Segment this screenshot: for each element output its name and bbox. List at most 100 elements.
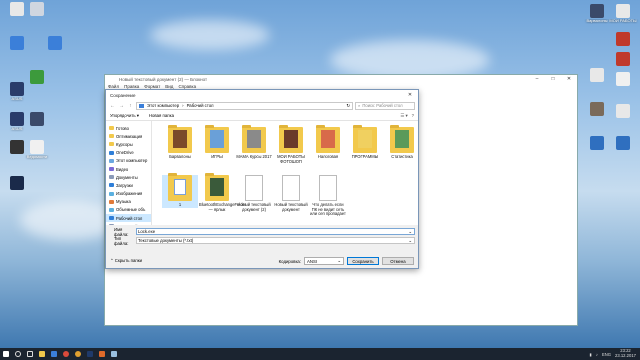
nav-item[interactable]: Этот компьютер	[106, 157, 151, 165]
desktop-icon[interactable]	[0, 176, 34, 191]
close-button[interactable]: ✕	[561, 75, 577, 84]
file-item[interactable]: Новый текстовый документ	[273, 175, 309, 212]
file-name: ПРОГРАММЫ	[351, 154, 379, 159]
desktop-icon[interactable]	[0, 36, 34, 51]
folder-preview	[210, 130, 224, 148]
search-input[interactable]: ⌕ Поиск: Рабочий стол	[355, 101, 415, 110]
language-indicator[interactable]: ENG	[602, 352, 611, 357]
forward-button[interactable]: →	[118, 103, 125, 109]
nav-item[interactable]: Изображения	[106, 190, 151, 198]
nav-item[interactable]: Локальный дис	[106, 222, 151, 225]
app-icon	[10, 176, 24, 190]
notepad-icon	[111, 351, 117, 357]
file-name: Что делать если ПК не видит сеть или сеп…	[310, 202, 346, 217]
notepad-title: Новый текстовый документ (2) — Блокнот	[119, 77, 208, 82]
taskbar-app-chrome[interactable]	[60, 348, 72, 360]
nav-item[interactable]: Готово	[106, 124, 151, 132]
address-bar[interactable]: Этот компьютер › Рабочий стол ↻	[136, 101, 353, 110]
desktop-icon[interactable]	[606, 136, 640, 151]
navigation-pane[interactable]: Готово Оптимизация Курсоры OneDrive Этот ком…	[106, 121, 152, 225]
cancel-button[interactable]: Отмена	[382, 257, 414, 265]
nav-item[interactable]: Курсоры	[106, 140, 151, 148]
filetype-label: Тип файла:	[114, 235, 129, 246]
nav-item[interactable]: Оптимизация	[106, 132, 151, 140]
file-item[interactable]: ИГРЫ	[199, 125, 235, 160]
up-button[interactable]: ↑	[127, 103, 134, 109]
taskbar-app-explorer[interactable]	[36, 348, 48, 360]
folder-icon	[109, 142, 114, 147]
back-button[interactable]: ←	[109, 103, 116, 109]
breadcrumb-desktop[interactable]: Рабочий стол	[187, 103, 214, 108]
desktop-icon[interactable]: МОИ РАБОТЫ	[606, 4, 640, 24]
nav-item[interactable]: Видео	[106, 165, 151, 173]
file-item[interactable]: МОИ РАБОТЫ ФОТОШОП	[273, 125, 309, 164]
nav-item[interactable]: Музыка	[106, 198, 151, 206]
folder-icon	[390, 125, 414, 153]
media-icon	[99, 351, 105, 357]
file-item[interactable]: Новый текстовый документ (2)	[236, 175, 272, 212]
app-icon	[590, 136, 604, 150]
desktop-icon[interactable]	[20, 2, 54, 17]
filename-input[interactable]: Lock.exe ⌄	[136, 228, 415, 235]
file-item[interactable]: BluetoothExchangeFolder — ярлык	[199, 173, 246, 212]
taskbar-app-notepad[interactable]	[108, 348, 120, 360]
file-name: МОИ РАБОТЫ ФОТОШОП	[277, 154, 305, 164]
desktop-icon[interactable]	[38, 36, 72, 51]
help-button[interactable]: ?	[412, 113, 414, 119]
chevron-down-icon[interactable]: ⌄	[408, 238, 414, 244]
hide-folders-button[interactable]: ⌃ Скрыть папки	[110, 258, 142, 264]
task-view-button[interactable]	[24, 348, 36, 360]
volume-icon[interactable]: ♪	[596, 352, 598, 357]
desktop-icon[interactable]	[20, 70, 54, 85]
save-button[interactable]: Сохранить	[347, 257, 379, 265]
search-button[interactable]	[12, 348, 24, 360]
file-name: Статистика	[391, 154, 413, 159]
encoding-select[interactable]: ANSI ⌄	[304, 257, 344, 265]
file-item[interactable]: 1	[162, 173, 198, 208]
new-folder-button[interactable]: Новая папка	[149, 113, 174, 118]
maximize-button[interactable]: □	[545, 75, 561, 84]
taskbar-app-yandex[interactable]	[72, 348, 84, 360]
dialog-title-bar[interactable]: Сохранение ✕	[106, 90, 418, 100]
filetype-select[interactable]: Текстовые документы (*.txt) ⌄	[136, 237, 415, 244]
refresh-button[interactable]: ↻	[346, 103, 350, 109]
view-options-button[interactable]: ☰ ▾	[400, 113, 407, 119]
dialog-body: Готово Оптимизация Курсоры OneDrive Этот ком…	[106, 121, 418, 225]
desktop-icon-label: ASUS	[11, 127, 23, 131]
nav-item[interactable]: Рабочий стол	[106, 214, 151, 223]
desktop-icon-label: ASUS	[11, 97, 23, 101]
chevron-down-icon[interactable]: ⌄	[408, 229, 414, 235]
desktop-icon[interactable]	[606, 104, 640, 119]
desktop-icon[interactable]	[606, 32, 640, 47]
nav-item[interactable]: Загрузки	[106, 181, 151, 189]
desktop-icon[interactable]	[606, 52, 640, 67]
desktop-icon[interactable]	[606, 72, 640, 87]
folder-icon	[109, 167, 114, 172]
organize-button[interactable]: Упорядочить ▾	[110, 113, 139, 119]
clock[interactable]: 23:22 23.12.2017	[615, 349, 636, 358]
nav-item-label: Готово	[116, 125, 129, 131]
desktop-icon[interactable]	[20, 112, 54, 127]
file-list[interactable]: Барвалоны ИГРЫ МАМА Курсы 2017 МОИ РАБОТЫ Ф…	[152, 121, 418, 225]
breadcrumb-this-pc[interactable]: Этот компьютер	[147, 103, 179, 108]
file-item[interactable]: Что делать если ПК не видит сеть или сеп…	[310, 175, 346, 217]
notepad-title-bar[interactable]: Новый текстовый документ (2) — Блокнот –…	[105, 75, 577, 84]
file-item[interactable]: Налоговая	[310, 125, 346, 160]
taskbar-app-store[interactable]	[48, 348, 60, 360]
file-item[interactable]: Барвалоны	[162, 125, 198, 160]
nav-item[interactable]: Объемные объ	[106, 206, 151, 214]
file-item[interactable]: МАМА Курсы 2017	[236, 125, 272, 160]
taskbar-app-media[interactable]	[96, 348, 108, 360]
minimize-button[interactable]: –	[529, 75, 545, 84]
save-dialog[interactable]: Сохранение ✕ ← → ↑ Этот компьютер › Рабо…	[105, 89, 419, 269]
file-item[interactable]: Статистика	[384, 125, 420, 160]
taskbar-app-photoshop[interactable]	[84, 348, 96, 360]
nav-item[interactable]: OneDrive	[106, 149, 151, 157]
desktop-icon-label: Ведомости	[26, 155, 48, 159]
file-item[interactable]: ПРОГРАММЫ	[347, 125, 383, 160]
start-button[interactable]	[0, 348, 12, 360]
network-icon[interactable]: ▮	[590, 352, 592, 357]
dialog-close-button[interactable]: ✕	[404, 91, 416, 99]
desktop-icon[interactable]: Ведомости	[20, 140, 54, 160]
nav-item[interactable]: Документы	[106, 173, 151, 181]
